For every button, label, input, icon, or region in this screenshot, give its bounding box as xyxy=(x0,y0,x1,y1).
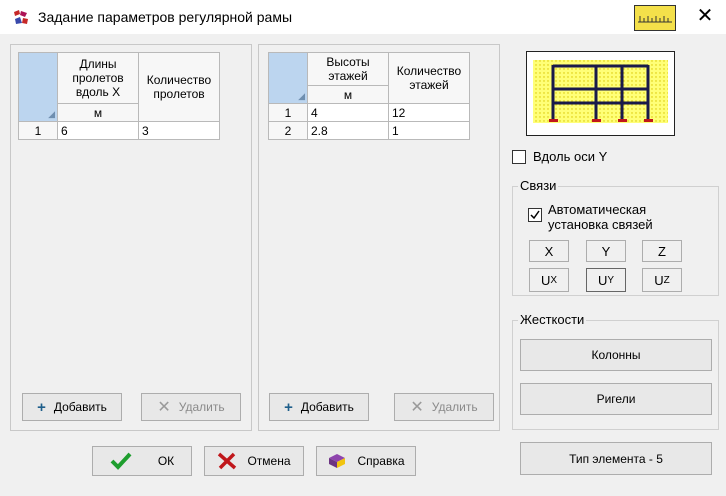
uz-sub: Z xyxy=(663,274,670,286)
floor-count-cell[interactable]: 12 xyxy=(388,103,470,122)
help-label: Справка xyxy=(357,454,405,468)
floors-table: ◢ Высоты этажей Количество этажей м 1 4 … xyxy=(268,52,470,140)
auto-links-checkbox[interactable] xyxy=(528,208,542,222)
header-floor-count[interactable]: Количество этажей xyxy=(388,52,470,104)
auto-links-label: Автоматическая установка связей xyxy=(548,202,653,232)
floors-panel: ◢ Высоты этажей Количество этажей м 1 4 … xyxy=(258,44,500,431)
uz-main: U xyxy=(654,272,664,288)
row-number: 1 xyxy=(268,103,308,122)
table-row[interactable]: 2 2.8 1 xyxy=(268,121,470,140)
floor-height-cell[interactable]: 4 xyxy=(307,103,389,122)
table-row[interactable]: 1 4 12 xyxy=(268,103,470,122)
columns-button[interactable]: Колонны xyxy=(520,339,712,371)
links-group-title: Связи xyxy=(518,178,559,193)
cancel-label: Отмена xyxy=(247,454,291,468)
link-z-button[interactable]: Z xyxy=(642,240,682,262)
table-corner: ◢ xyxy=(18,52,58,122)
row-number: 1 xyxy=(18,121,58,140)
checkmark-icon xyxy=(530,210,540,220)
ok-label: ОК xyxy=(157,454,175,468)
delete-x-icon: ✕ xyxy=(157,399,171,416)
span-length-cell[interactable]: 6 xyxy=(57,121,139,140)
floor-count-cell[interactable]: 1 xyxy=(388,121,470,140)
help-book-icon xyxy=(329,454,346,468)
ux-main: U xyxy=(540,272,551,288)
add-floor-button[interactable]: + Добавить xyxy=(269,393,369,421)
unit-label: м xyxy=(57,103,139,122)
stiffness-group-title: Жесткости xyxy=(518,312,587,327)
frame-preview xyxy=(526,51,675,136)
ux-sub: X xyxy=(550,274,558,286)
floor-height-cell[interactable]: 2.8 xyxy=(307,121,389,140)
delete-span-button[interactable]: ✕ Удалить xyxy=(141,393,241,421)
along-y-checkbox[interactable] xyxy=(512,150,526,164)
header-span-length[interactable]: Длины пролетов вдоль X xyxy=(57,52,139,104)
spans-table: ◢ Длины пролетов вдоль X Количество прол… xyxy=(18,52,220,140)
delete-floor-label: Удалить xyxy=(431,400,478,414)
window-title: Задание параметров регулярной рамы xyxy=(38,9,293,25)
ok-button[interactable]: ОК xyxy=(92,446,192,476)
plus-icon: + xyxy=(37,398,46,416)
row-number: 2 xyxy=(268,121,308,140)
cancel-button[interactable]: Отмена xyxy=(204,446,304,476)
link-uy-button[interactable]: UY xyxy=(586,268,626,292)
uy-main: U xyxy=(597,272,608,288)
plus-icon: + xyxy=(284,398,293,416)
link-y-button[interactable]: Y xyxy=(586,240,626,262)
app-icon xyxy=(12,9,30,26)
delete-x-icon: ✕ xyxy=(410,399,424,416)
delete-span-label: Удалить xyxy=(178,400,225,414)
spans-panel: ◢ Длины пролетов вдоль X Количество прол… xyxy=(10,44,252,431)
link-x-button[interactable]: X xyxy=(529,240,569,262)
help-button[interactable]: Справка xyxy=(316,446,416,476)
checkmark-icon xyxy=(110,452,132,470)
table-corner: ◢ xyxy=(268,52,308,104)
close-button[interactable]: ✕ xyxy=(692,4,718,30)
ruler-icon[interactable] xyxy=(634,5,676,31)
link-ux-button[interactable]: UX xyxy=(529,268,569,292)
span-count-cell[interactable]: 3 xyxy=(138,121,220,140)
add-span-button[interactable]: + Добавить xyxy=(22,393,122,421)
header-span-count[interactable]: Количество пролетов xyxy=(138,52,220,122)
cancel-x-icon xyxy=(218,452,237,470)
beams-button[interactable]: Ригели xyxy=(520,383,712,415)
header-floor-height[interactable]: Высоты этажей xyxy=(307,52,389,86)
unit-label: м xyxy=(307,85,389,104)
add-span-label: Добавить xyxy=(53,400,107,414)
uy-sub: Y xyxy=(607,274,615,286)
element-type-button[interactable]: Тип элемента - 5 xyxy=(520,442,712,475)
add-floor-label: Добавить xyxy=(300,400,354,414)
table-row[interactable]: 1 6 3 xyxy=(18,121,220,140)
along-y-label: Вдоль оси Y xyxy=(533,149,608,164)
link-uz-button[interactable]: UZ xyxy=(642,268,682,292)
delete-floor-button[interactable]: ✕ Удалить xyxy=(394,393,494,421)
